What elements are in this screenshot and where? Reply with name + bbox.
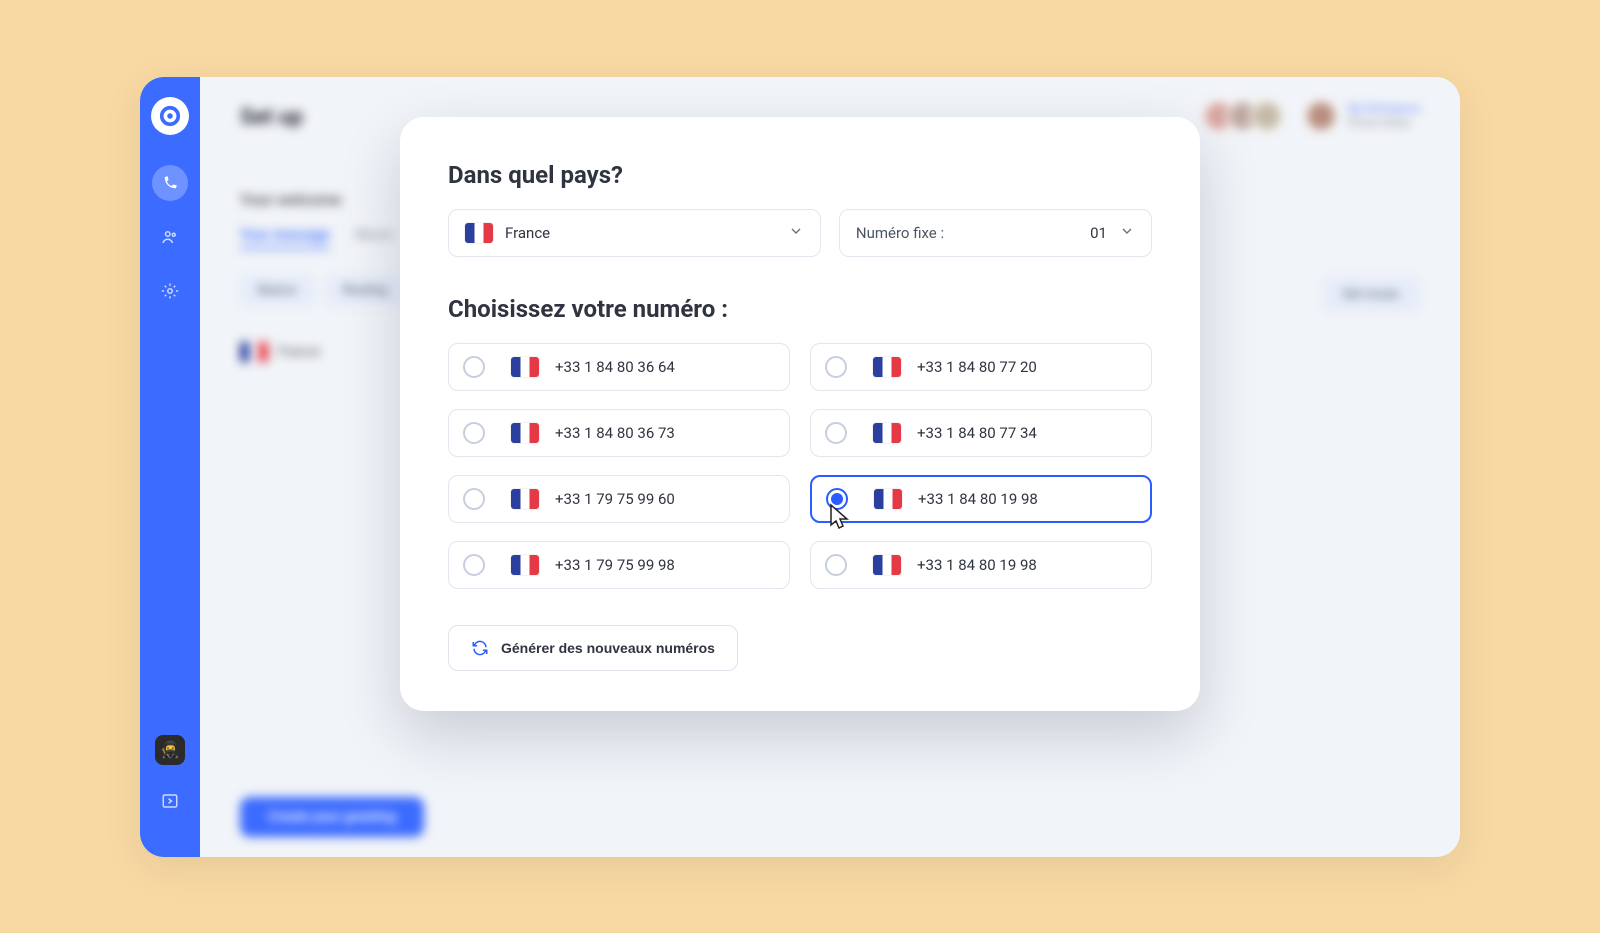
france-flag-icon: [511, 555, 539, 575]
number-option[interactable]: +33 1 84 80 77 34: [810, 409, 1152, 457]
number-text: +33 1 79 75 99 98: [555, 556, 675, 574]
france-flag-icon: [873, 423, 901, 443]
radio-icon: [463, 488, 485, 510]
number-option[interactable]: +33 1 79 75 99 98: [448, 541, 790, 589]
number-option[interactable]: +33 1 84 80 36 73: [448, 409, 790, 457]
radio-icon: [463, 422, 485, 444]
choose-heading: Choisissez votre numéro :: [448, 295, 1152, 323]
refresh-icon: [471, 639, 489, 657]
country-heading: Dans quel pays?: [448, 161, 1152, 189]
number-text: +33 1 84 80 19 98: [917, 556, 1037, 574]
france-flag-icon: [874, 489, 902, 509]
france-flag-icon: [873, 357, 901, 377]
number-option[interactable]: +33 1 84 80 77 20: [810, 343, 1152, 391]
number-option[interactable]: +33 1 84 80 19 98: [810, 541, 1152, 589]
number-option[interactable]: +33 1 84 80 36 64: [448, 343, 790, 391]
modal-overlay: Dans quel pays? France Numéro fixe : 01: [140, 77, 1460, 857]
number-selection-modal: Dans quel pays? France Numéro fixe : 01: [400, 117, 1200, 711]
radio-icon: [825, 554, 847, 576]
number-type-select[interactable]: Numéro fixe : 01: [839, 209, 1152, 257]
number-text: +33 1 84 80 36 64: [555, 358, 675, 376]
france-flag-icon: [511, 423, 539, 443]
radio-icon: [463, 356, 485, 378]
country-value: France: [505, 224, 550, 242]
regenerate-button[interactable]: Générer des nouveaux numéros: [448, 625, 738, 671]
number-text: +33 1 84 80 36 73: [555, 424, 675, 442]
number-text: +33 1 79 75 99 60: [555, 490, 675, 508]
chevron-down-icon: [1119, 223, 1135, 243]
number-option[interactable]: +33 1 79 75 99 60: [448, 475, 790, 523]
radio-icon: [825, 356, 847, 378]
radio-icon: [826, 488, 848, 510]
number-type-value: 01: [1090, 224, 1107, 242]
country-select[interactable]: France: [448, 209, 821, 257]
france-flag-icon: [465, 223, 493, 243]
number-text: +33 1 84 80 19 98: [918, 490, 1038, 508]
chevron-down-icon: [788, 223, 804, 243]
number-text: +33 1 84 80 77 20: [917, 358, 1037, 376]
france-flag-icon: [511, 357, 539, 377]
radio-icon: [463, 554, 485, 576]
number-text: +33 1 84 80 77 34: [917, 424, 1037, 442]
app-window: 🥷 Set up My Workspace Phone Setup Your w…: [140, 77, 1460, 857]
regenerate-label: Générer des nouveaux numéros: [501, 640, 715, 656]
numbers-grid: +33 1 84 80 36 64 +33 1 84 80 77 20 +33 1 …: [448, 343, 1152, 589]
number-type-label: Numéro fixe :: [856, 224, 944, 242]
france-flag-icon: [873, 555, 901, 575]
radio-icon: [825, 422, 847, 444]
france-flag-icon: [511, 489, 539, 509]
number-option[interactable]: +33 1 84 80 19 98: [810, 475, 1152, 523]
